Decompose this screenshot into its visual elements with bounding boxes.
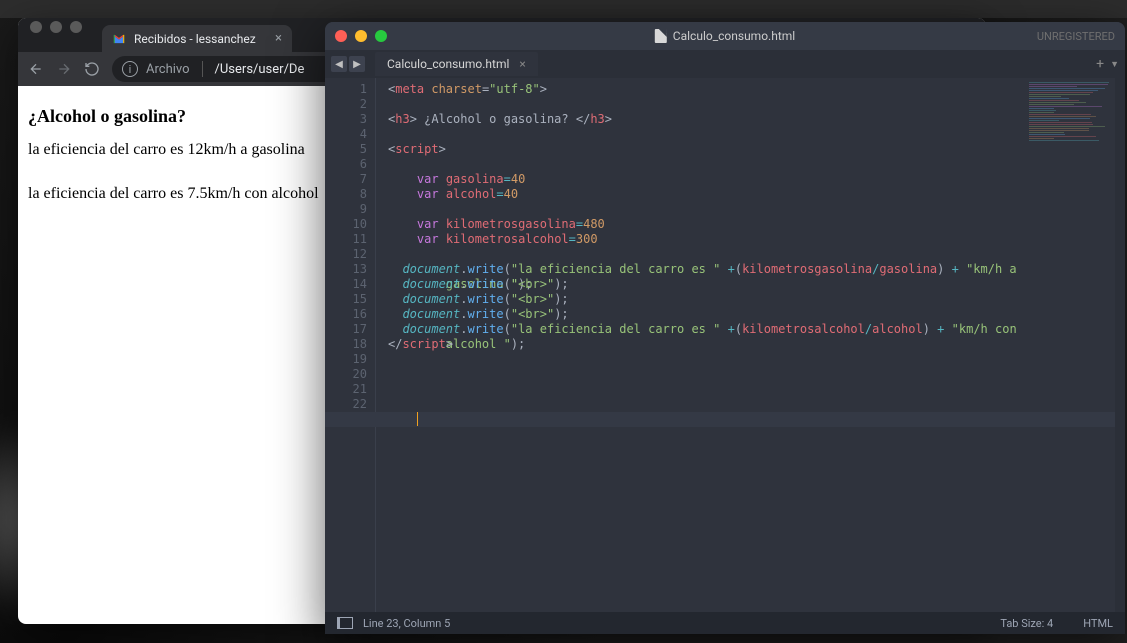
url-path: /Users/user/De — [215, 62, 305, 77]
tab-history-forward-icon[interactable]: ▶ — [349, 56, 365, 72]
zoom-button[interactable] — [375, 30, 387, 42]
mac-menu-bar — [0, 0, 1127, 18]
status-bar: Line 23, Column 5 Tab Size: 4 HTML — [325, 612, 1125, 634]
minimize-button[interactable] — [355, 30, 367, 42]
window-title: Calculo_consumo.html — [673, 29, 795, 43]
new-tab-icon[interactable]: + — [1096, 56, 1104, 72]
sublime-window: Calculo_consumo.html UNREGISTERED ◀ ▶ Ca… — [325, 22, 1125, 634]
tab-history-back-icon[interactable]: ◀ — [331, 56, 347, 72]
tab-dropdown-icon[interactable]: ▼ — [1110, 59, 1119, 70]
sidebar-toggle-icon[interactable] — [337, 617, 353, 629]
zoom-button[interactable] — [70, 21, 82, 33]
close-button[interactable] — [30, 21, 42, 33]
back-icon[interactable] — [28, 61, 44, 77]
site-info-icon[interactable]: i — [122, 61, 138, 77]
minimize-button[interactable] — [50, 21, 62, 33]
code-area[interactable]: <meta charset="utf-8"><h3> ¿Alcohol o ga… — [378, 78, 1125, 612]
syntax-label[interactable]: HTML — [1083, 617, 1113, 630]
unregistered-label: UNREGISTERED — [1037, 30, 1115, 43]
close-file-icon[interactable]: × — [519, 57, 525, 71]
scrollbar[interactable] — [1115, 78, 1125, 612]
document-icon — [655, 29, 667, 43]
url-scheme: Archivo — [146, 62, 190, 77]
close-button[interactable] — [335, 30, 347, 42]
editor[interactable]: 1234567891011121314151617181920212223 <m… — [325, 78, 1125, 612]
gmail-icon — [112, 32, 126, 46]
minimap[interactable] — [1029, 82, 1121, 162]
browser-tab[interactable]: Recibidos - lessanchez × — [102, 25, 292, 52]
gutter: 1234567891011121314151617181920212223 — [325, 78, 375, 612]
forward-icon[interactable] — [56, 61, 72, 77]
cursor-position: Line 23, Column 5 — [363, 617, 450, 630]
file-tab[interactable]: Calculo_consumo.html × — [375, 52, 538, 76]
close-tab-icon[interactable]: × — [275, 31, 282, 46]
file-tab-label: Calculo_consumo.html — [387, 57, 509, 71]
tab-size[interactable]: Tab Size: 4 — [1000, 617, 1053, 630]
reload-icon[interactable] — [84, 61, 100, 77]
tab-title: Recibidos - lessanchez — [134, 32, 256, 46]
